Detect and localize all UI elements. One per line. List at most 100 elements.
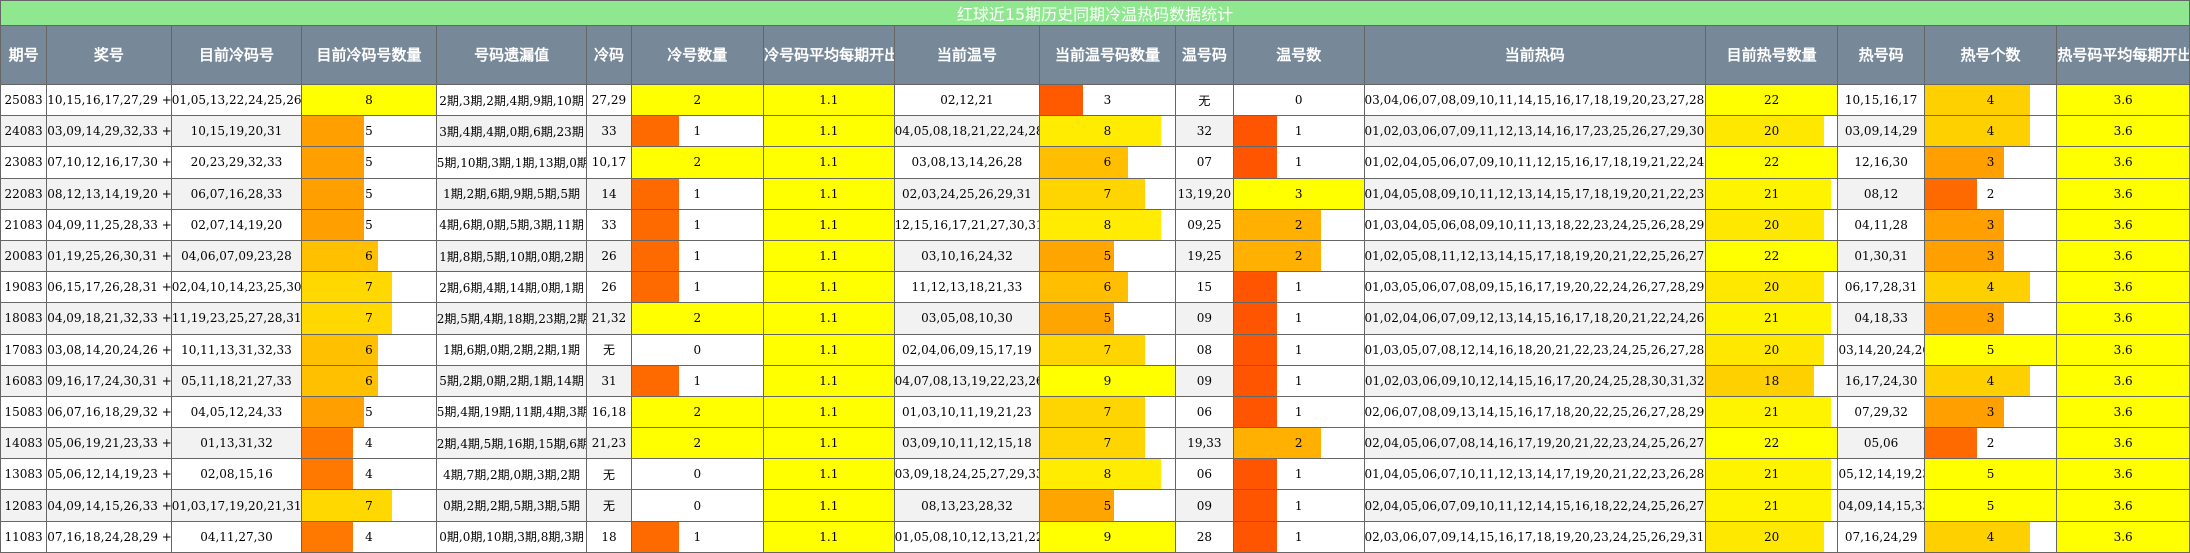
value-bar [1234, 147, 1277, 178]
cell-warm-code: 32 [1174, 115, 1234, 148]
cell-issue: 16083 [0, 364, 48, 397]
cell-warm-num: 0 [1232, 83, 1365, 117]
cell-cold: 10,11,13,31,32,33 [170, 333, 303, 366]
cell-cold-avg: 1.1 [763, 146, 895, 179]
value-bar [1234, 366, 1277, 396]
bar-value-label: 20 [1764, 529, 1780, 544]
cell-warm-num: 1 [1232, 302, 1365, 335]
bar-value-label: 21 [1764, 498, 1780, 513]
cell-miss: 2期,6期,4期,14期,0期,1期 [435, 271, 588, 304]
value-bar [632, 210, 679, 240]
cell-cold-code: 无 [586, 458, 632, 491]
cell-miss: 1期,2期,6期,9期,5期,5期 [435, 177, 588, 210]
cell-cold-code: 33 [586, 208, 632, 241]
bar-value-label: 3 [1294, 186, 1303, 201]
cell-hot: 02,03,06,07,09,14,15,16,17,18,19,20,23,2… [1363, 520, 1706, 553]
cell-warm-num: 1 [1232, 458, 1365, 491]
value-bar [1040, 116, 1162, 146]
value-bar [1925, 428, 1978, 458]
bar-value-label: 2 [1294, 436, 1303, 451]
cell-warm-num: 2 [1232, 239, 1365, 273]
value-bar [1925, 366, 2030, 396]
cell-hot-num: 4 [1923, 271, 2058, 304]
cell-issue: 22083 [0, 177, 48, 210]
table-row: 1808304,09,18,21,32,33 + 0511,19,23,25,2… [0, 302, 2190, 335]
cell-hot-code: 05,12,14,19,23 [1837, 458, 1925, 491]
cell-hot-code: 07,29,32 [1837, 395, 1925, 429]
table-row: 1308305,06,12,14,19,23 + 0902,08,15,16 4 4… [0, 458, 2190, 491]
cell-hot: 02,04,05,06,07,09,10,11,12,14,15,16,18,2… [1363, 489, 1706, 522]
table-row: 2008301,19,25,26,30,31 + 1204,06,07,09,2… [0, 239, 2190, 273]
cell-warm-code: 06 [1174, 458, 1234, 491]
cell-prize: 04,09,18,21,32,33 + 05 [46, 302, 172, 335]
cell-warm-code: 09 [1174, 302, 1234, 335]
bar-value-label: 4 [1986, 529, 1995, 544]
cell-warm: 01,05,08,10,12,13,21,22,33 [893, 520, 1041, 553]
cell-cold-code: 16,18 [586, 395, 632, 429]
cell-cold-count: 5 [301, 208, 437, 241]
cell-hot-num: 3 [1923, 302, 2058, 335]
bar-value-label: 8 [365, 93, 373, 108]
bar-value-label: 9 [1103, 529, 1112, 544]
cell-hot-code: 10,15,16,17 [1837, 83, 1925, 117]
table-row: 2508310,15,16,17,27,29 + 1201,05,13,22,2… [0, 83, 2190, 117]
cell-warm-code: 09,25 [1174, 208, 1234, 241]
cell-warm: 03,10,16,24,32 [893, 239, 1041, 273]
bar-value-label: 6 [1103, 280, 1112, 295]
bar-value-label: 3 [1986, 404, 1995, 419]
bar-value-label: 9 [1103, 373, 1112, 388]
cell-hot-count: 20 [1704, 208, 1839, 241]
bar-value-label: 4 [1986, 93, 1995, 108]
table-row: 1108307,16,18,24,28,29 + 0604,11,27,30 4 0… [0, 520, 2190, 553]
column-header-warm: 当前温号 [893, 25, 1041, 85]
value-bar [1234, 397, 1277, 427]
cell-warm: 02,04,06,09,15,17,19 [893, 333, 1041, 366]
cell-hot-avg: 3.6 [2056, 333, 2190, 366]
bar-value-label: 1 [693, 529, 702, 544]
cell-hot: 01,02,04,05,06,07,09,10,11,12,15,16,17,1… [1363, 146, 1706, 179]
cell-hot-code: 04,11,28 [1837, 208, 1925, 241]
cell-hot-code: 03,09,14,29 [1837, 115, 1925, 148]
cell-miss: 2期,5期,4期,18期,23期,2期 [435, 302, 588, 335]
table-row: 1708303,08,14,20,24,26 + 1210,11,13,31,3… [0, 333, 2190, 366]
cell-hot-count: 21 [1704, 302, 1839, 335]
cell-cold: 20,23,29,32,33 [170, 146, 303, 179]
cell-cold-count: 4 [301, 427, 437, 460]
column-header-issue: 期号 [0, 25, 48, 85]
value-bar [302, 147, 364, 178]
cell-cold: 05,11,18,21,27,33 [170, 364, 303, 397]
column-header-cold-num: 冷号数量 [630, 25, 765, 85]
bar-value-label: 1 [693, 249, 702, 264]
cell-hot: 02,06,07,08,09,13,14,15,16,17,18,20,22,2… [1363, 395, 1706, 429]
cell-cold-num: 1 [630, 239, 765, 273]
bar-value-label: 0 [693, 342, 702, 357]
value-bar [632, 241, 679, 271]
cell-issue: 25083 [0, 83, 48, 117]
cell-hot-count: 22 [1704, 83, 1839, 117]
title-row: 红球近15期历史同期冷温热码数据统计 [0, 0, 2190, 26]
cell-cold-num: 0 [630, 489, 765, 522]
cell-prize: 07,16,18,24,28,29 + 06 [46, 520, 172, 553]
cell-hot-code: 01,30,31 [1837, 239, 1925, 273]
cell-cold-count: 5 [301, 177, 437, 210]
bar-value-label: 4 [365, 529, 373, 544]
cell-hot-avg: 3.6 [2056, 520, 2190, 553]
cell-hot-avg: 3.6 [2056, 489, 2190, 522]
cell-warm: 04,05,08,18,21,22,24,28 [893, 115, 1041, 148]
bar-value-label: 4 [1986, 373, 1995, 388]
cell-prize: 04,09,11,25,28,33 + 04 [46, 208, 172, 241]
cell-cold: 06,07,16,28,33 [170, 177, 303, 210]
cell-warm: 03,09,10,11,12,15,18 [893, 427, 1041, 460]
cell-miss: 2期,4期,5期,16期,15期,6期 [435, 427, 588, 460]
bar-value-label: 1 [1294, 529, 1303, 544]
cell-prize: 03,09,14,29,32,33 + 15 [46, 115, 172, 148]
table-row: 1408305,06,19,21,23,33 + 1201,13,31,32 4 2… [0, 427, 2190, 460]
cell-warm: 03,08,13,14,26,28 [893, 146, 1041, 179]
value-bar [1234, 490, 1277, 521]
bar-value-label: 0 [1294, 93, 1303, 108]
bar-value-label: 1 [1294, 404, 1303, 419]
bar-value-label: 22 [1764, 436, 1780, 451]
bar-value-label: 20 [1764, 124, 1780, 139]
cell-cold-code: 无 [586, 333, 632, 366]
cell-warm-code: 07 [1174, 146, 1234, 179]
